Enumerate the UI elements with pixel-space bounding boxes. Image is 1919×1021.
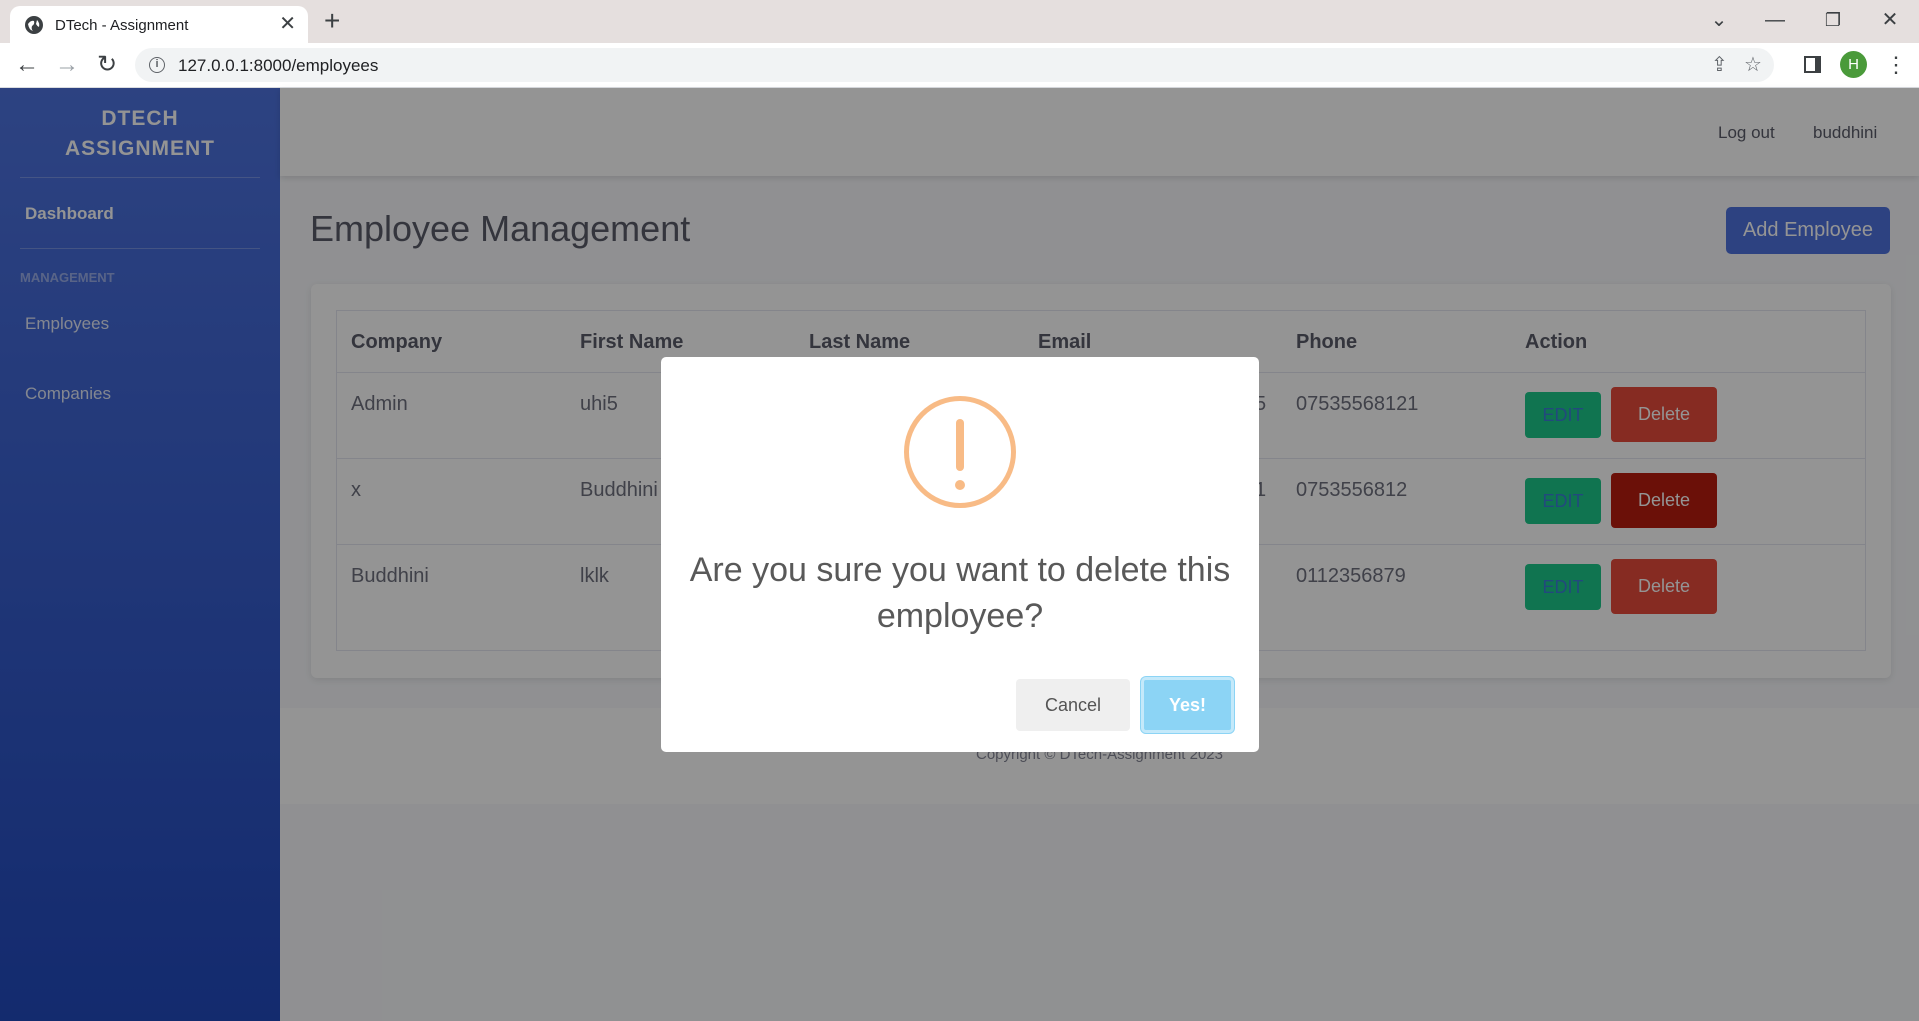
- share-icon[interactable]: ⇪: [1711, 53, 1728, 77]
- back-icon[interactable]: ←: [12, 51, 42, 79]
- globe-icon: [25, 16, 43, 34]
- side-panel-icon[interactable]: [1804, 56, 1821, 73]
- browser-tab-strip: DTech - Assignment ✕ + ⌄ — ❐ ✕: [0, 0, 1919, 43]
- dialog-message-line-2: employee?: [876, 597, 1044, 635]
- warning-icon: [904, 396, 1016, 508]
- tab-title: DTech - Assignment: [55, 17, 189, 34]
- window-close-icon[interactable]: ✕: [1875, 6, 1905, 34]
- browser-menu-icon[interactable]: ⋮: [1885, 51, 1907, 79]
- reload-icon[interactable]: ↻: [92, 51, 122, 79]
- forward-icon[interactable]: →: [52, 51, 82, 79]
- new-tab-icon[interactable]: +: [324, 6, 340, 36]
- profile-avatar[interactable]: H: [1840, 51, 1867, 78]
- browser-toolbar: ← → ↻ i 127.0.0.1:8000/employees ⇪ ☆ H ⋮: [0, 43, 1919, 88]
- tab-search-icon[interactable]: ⌄: [1704, 6, 1734, 34]
- url-text[interactable]: 127.0.0.1:8000/employees: [178, 56, 378, 76]
- delete-confirm-dialog: Are you sure you want to delete this emp…: [661, 357, 1259, 752]
- minimize-icon[interactable]: —: [1760, 6, 1790, 34]
- dialog-message: Are you sure you want to delete this emp…: [676, 547, 1244, 639]
- address-bar[interactable]: i 127.0.0.1:8000/employees ⇪ ☆: [135, 48, 1774, 82]
- site-info-icon[interactable]: i: [149, 57, 165, 73]
- close-tab-icon[interactable]: ✕: [279, 14, 296, 34]
- cancel-button[interactable]: Cancel: [1016, 679, 1130, 731]
- star-icon[interactable]: ☆: [1744, 53, 1762, 77]
- confirm-delete-button[interactable]: Yes!: [1141, 677, 1234, 733]
- browser-tab[interactable]: DTech - Assignment ✕: [10, 6, 308, 43]
- dialog-message-line-1: Are you sure you want to delete this: [689, 551, 1231, 589]
- restore-icon[interactable]: ❐: [1818, 6, 1848, 34]
